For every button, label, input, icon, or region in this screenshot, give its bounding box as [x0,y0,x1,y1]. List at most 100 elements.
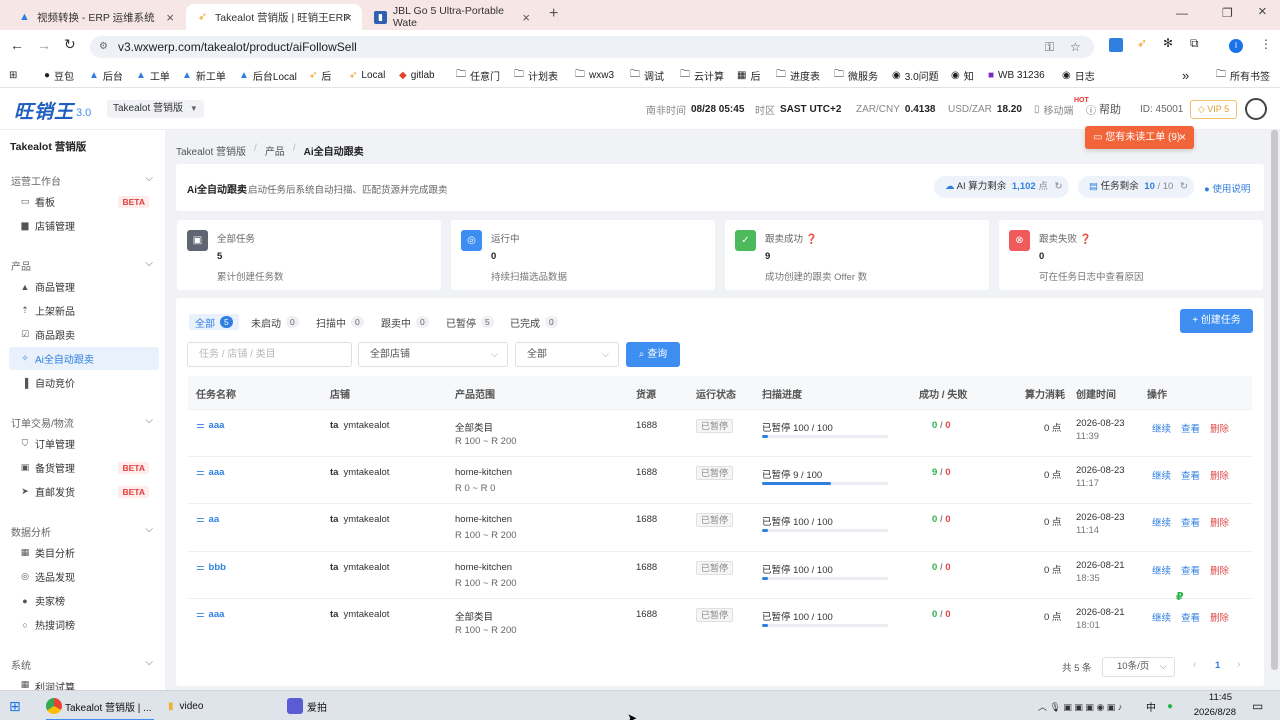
bookmark-folder[interactable]: 🗀 调试 [630,62,664,88]
continue-button[interactable]: 继续 [1152,515,1171,529]
more-bookmarks-icon[interactable]: » [1182,62,1189,88]
taskbar-app-chrome[interactable]: Takealot 营销版 | ... [46,691,152,720]
task-name-link[interactable]: ⚌ aaa [196,467,224,478]
window-close-icon[interactable]: × [1258,3,1267,20]
sidebar-item-orders[interactable]: ⛉ 订单管理 [9,432,159,455]
profile-avatar[interactable]: I [1229,39,1243,53]
ai-quota-pill[interactable]: ☁ AI 算力剩余 1,102 点 ↻ [934,176,1069,198]
task-name-link[interactable]: ⚌ aaa [196,420,224,431]
bookmark-folder[interactable]: 🗀 计划表 [514,62,558,88]
query-button[interactable]: ⌕ 查询 [626,342,680,367]
sidebar-item-products[interactable]: ▲ 商品管理 [9,275,159,298]
url-input[interactable]: ⚙ v3.wxwerp.com/takealot/product/aiFollo… [90,36,1094,58]
bookmark[interactable]: ● 豆包 [44,62,74,88]
clock-time[interactable]: 11:45 [1192,692,1232,703]
back-icon[interactable]: ← [10,37,24,53]
store-select[interactable]: 全部店铺 ⌵ [358,342,508,367]
breadcrumb-item[interactable]: Takealot 营销版 [176,143,246,158]
edition-select[interactable]: Takealot 营销版 ▼ [107,100,204,118]
sidebar-group-header[interactable]: 产品 ⌵ [11,258,153,273]
page-size-select[interactable]: 10条/页 ⌵ [1102,657,1175,677]
sidebar-group-header[interactable]: 订单交易/物流 ⌵ [11,415,153,430]
sidebar-item-dashboard[interactable]: ▭ 看板 BETA [9,190,159,213]
help-link[interactable]: ⓘ 帮助 [1086,88,1121,130]
browser-tab[interactable]: ▲ 视频转换 - ERP 运维系统 × [8,4,184,30]
restore-icon[interactable]: ❐ [1222,6,1233,20]
bookmark[interactable]: ➶ 后 [309,62,331,88]
sidebar-group-header[interactable]: 数据分析 ⌵ [11,524,153,539]
delete-button[interactable]: 删除 [1210,610,1229,624]
browser-tab-active[interactable]: ➶ Takealot 营销版 | 旺销王ERP × [186,4,362,30]
bookmark[interactable]: ■ WB 31236 [988,62,1045,88]
mobile-link[interactable]: ▯ 移动端 [1034,88,1074,130]
bookmark[interactable]: ▲ 后台Local [239,62,297,88]
sidebar-group-header[interactable]: 运营工作台 ⌵ [11,173,153,188]
refresh-icon[interactable]: ↻ [1180,181,1188,192]
breadcrumb-item[interactable]: 产品 [265,143,285,158]
task-quota-pill[interactable]: ▤ 任务剩余 10 / 10 ↻ [1078,176,1194,198]
bookmark-folder[interactable]: 🗀 进度表 [776,62,820,88]
continue-button[interactable]: 继续 [1152,563,1171,577]
sidebar-item-profit[interactable]: ▦ 利润试算 [9,674,159,690]
view-button[interactable]: 查看 [1181,468,1200,482]
site-info-icon[interactable]: ⚙ [99,36,108,58]
filter-tab-all[interactable]: 全部 5 [189,314,239,330]
sidebar-item-new-listing[interactable]: ⇡ 上架新品 [9,299,159,322]
sidebar-item-discovery[interactable]: ◎ 选品发现 [9,565,159,588]
view-button[interactable]: 查看 [1181,515,1200,529]
close-icon[interactable]: × [522,10,530,25]
prev-page-icon[interactable]: ‹ [1193,659,1196,670]
sidebar-item-auto-bid[interactable]: ▐ 自动竞价 [9,371,159,394]
bookmark[interactable]: ▦ 后 [737,62,760,88]
task-name-link[interactable]: ⚌ aa [196,514,219,525]
menu-icon[interactable]: ⋮ [1260,37,1272,51]
notification-icon[interactable]: ▭ [1252,691,1263,720]
extension-icon[interactable]: ✻ [1163,36,1173,50]
star-icon[interactable]: ☆ [1070,36,1081,58]
sidebar-item-store[interactable]: ▆ 店铺管理 [9,214,159,237]
filter-tab-selling[interactable]: 跟卖中 0 [375,314,435,330]
sidebar-item-ai-follow-sell[interactable]: ✧ Ai全自动跟卖 [9,347,159,370]
view-button[interactable]: 查看 [1181,563,1200,577]
next-page-icon[interactable]: › [1237,659,1240,670]
reload-icon[interactable]: ↻ [64,36,76,53]
extension-icon[interactable]: ➶ [1137,36,1147,50]
refresh-icon[interactable]: ↻ [1054,181,1062,192]
filter-tab-done[interactable]: 已完成 0 [504,314,564,330]
delete-button[interactable]: 删除 [1210,563,1229,577]
delete-button[interactable]: 删除 [1210,515,1229,529]
logo[interactable]: 旺销王 [14,97,74,124]
apps-icon[interactable]: ⊞ [9,62,17,88]
bookmark[interactable]: ▲ 后台 [89,62,123,88]
task-name-link[interactable]: ⚌ bbb [196,562,226,573]
continue-button[interactable]: 继续 [1152,610,1171,624]
delete-button[interactable]: 删除 [1210,421,1229,435]
status-select[interactable]: 全部 ⌵ [515,342,619,367]
task-name-link[interactable]: ⚌ aaa [196,609,224,620]
help-icon[interactable]: ❓ [806,234,818,245]
bookmark[interactable]: ◆ gitlab [399,62,435,88]
continue-button[interactable]: 继续 [1152,421,1171,435]
close-icon[interactable]: × [166,10,174,25]
bookmark[interactable]: ◉ 3.0问题 [892,62,939,88]
bookmark-folder[interactable]: 🗀 wxw3 [575,62,614,88]
key-icon[interactable]: ⚿ [1045,36,1054,58]
bookmark[interactable]: ◉ 日志 [1062,62,1095,88]
sidebar-item-stock[interactable]: ▣ 备货管理 BETA [9,456,159,479]
close-icon[interactable]: × [1179,126,1186,149]
usage-guide-link[interactable]: ● 使用说明 [1204,181,1250,195]
sidebar-item-direct-ship[interactable]: ➤ 直邮发货 BETA [9,480,159,503]
bookmark-folder[interactable]: 🗀 云计算 [680,62,724,88]
filter-tab-not-started[interactable]: 未启动 0 [245,314,305,330]
ime-indicator[interactable]: 中 [1146,691,1156,720]
extension-icon[interactable] [1109,38,1123,52]
view-button[interactable]: 查看 [1181,421,1200,435]
all-bookmarks[interactable]: 🗀 所有书签 [1216,62,1270,88]
puzzle-icon[interactable]: ⧉ [1190,36,1199,51]
vip-badge[interactable]: ◇ VIP 5 [1190,100,1237,119]
bookmark[interactable]: ◉ 知 [951,62,974,88]
forward-icon[interactable]: → [37,37,51,53]
browser-tab[interactable]: ▮ JBL Go 5 Ultra-Portable Wate × [364,4,540,30]
unread-ticket-notice[interactable]: ▭ 您有未读工单 (9) × [1085,126,1194,149]
bookmark-folder[interactable]: 🗀 任意门 [456,62,500,88]
